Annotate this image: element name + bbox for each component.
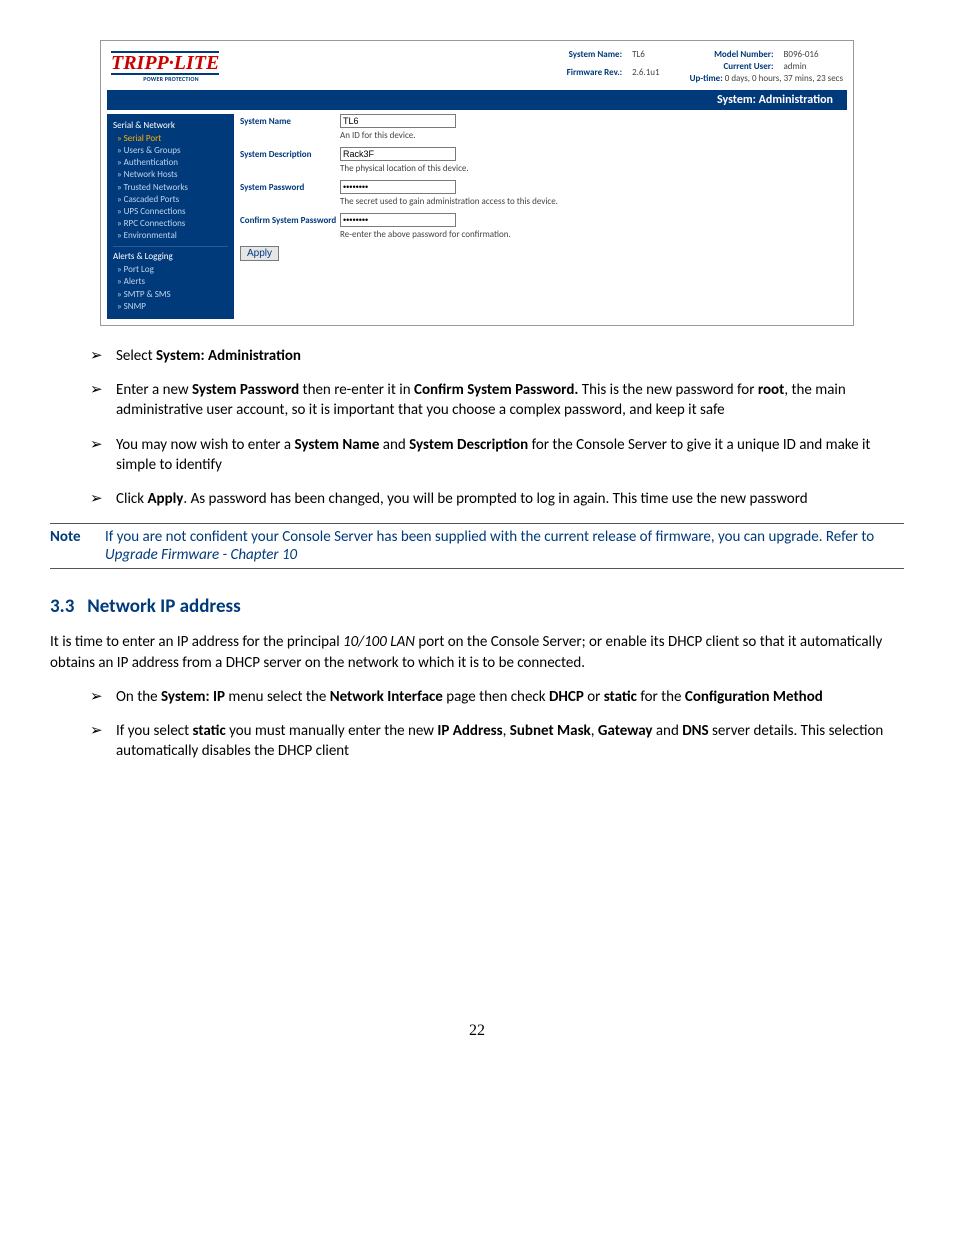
form-control: The physical location of this device. bbox=[340, 147, 847, 174]
form-label: System Password bbox=[240, 180, 340, 193]
sidebar-item[interactable]: Network Hosts bbox=[113, 169, 228, 181]
page-title-bar: System: Administration bbox=[107, 90, 847, 110]
value-sysname: TL6 bbox=[632, 49, 660, 66]
sidebar-group-alerts: Alerts & Logging bbox=[113, 251, 228, 262]
list-item: Click Apply. As password has been change… bbox=[90, 489, 904, 509]
list-item: Enter a new System Password then re-ente… bbox=[90, 380, 904, 421]
sidebar-item[interactable]: Environmental bbox=[113, 230, 228, 242]
instruction-list-1: Select System: Administration Enter a ne… bbox=[50, 346, 904, 510]
form-row: System PasswordThe secret used to gain a… bbox=[240, 180, 847, 207]
screenshot-header: TRIPP·LITE POWER PROTECTION System Name:… bbox=[101, 41, 853, 90]
value-firmware: 2.6.1u1 bbox=[632, 67, 660, 84]
sidebar-item[interactable]: Cascaded Ports bbox=[113, 194, 228, 206]
sidebar-item[interactable]: Authentication bbox=[113, 157, 228, 169]
logo-brand: TRIPP·LITE bbox=[111, 51, 219, 75]
sidebar-item[interactable]: UPS Connections bbox=[113, 206, 228, 218]
form-control: The secret used to gain administration a… bbox=[340, 180, 847, 207]
help-text: The physical location of this device. bbox=[340, 163, 847, 174]
label-user: Current User: bbox=[690, 61, 774, 72]
uptime-line: Up-time: 0 days, 0 hours, 37 mins, 23 se… bbox=[690, 73, 843, 84]
sidebar-item[interactable]: SMTP & SMS bbox=[113, 289, 228, 301]
form-label: System Description bbox=[240, 147, 340, 160]
list-item: You may now wish to enter a System Name … bbox=[90, 435, 904, 476]
label-sysname: System Name: bbox=[567, 49, 622, 66]
admin-screenshot: TRIPP·LITE POWER PROTECTION System Name:… bbox=[100, 40, 854, 326]
sidebar: Serial & Network Serial PortUsers & Grou… bbox=[107, 114, 234, 319]
note-box: Note If you are not confident your Conso… bbox=[50, 523, 904, 569]
body-paragraph: It is time to enter an IP address for th… bbox=[50, 632, 904, 673]
form-control: Re-enter the above password for confirma… bbox=[340, 213, 847, 240]
section-heading: 3.3 Network IP address bbox=[50, 595, 904, 618]
form-row: System NameAn ID for this device. bbox=[240, 114, 847, 141]
form-area: System NameAn ID for this device.System … bbox=[240, 114, 847, 319]
sidebar-item[interactable]: Alerts bbox=[113, 276, 228, 288]
help-text: Re-enter the above password for confirma… bbox=[340, 229, 847, 240]
screenshot-body: Serial & Network Serial PortUsers & Grou… bbox=[101, 114, 853, 325]
form-row: System DescriptionThe physical location … bbox=[240, 147, 847, 174]
note-text: If you are not confident your Console Se… bbox=[105, 528, 904, 564]
logo: TRIPP·LITE POWER PROTECTION bbox=[111, 51, 231, 83]
sidebar-item[interactable]: Serial Port bbox=[113, 133, 228, 145]
sidebar-item[interactable]: Users & Groups bbox=[113, 145, 228, 157]
form-label: Confirm System Password bbox=[240, 213, 340, 226]
form-label: System Name bbox=[240, 114, 340, 127]
value-user: admin bbox=[784, 61, 844, 72]
list-item: Select System: Administration bbox=[90, 346, 904, 366]
password-input[interactable] bbox=[340, 180, 456, 194]
note-label: Note bbox=[50, 528, 95, 564]
text-input[interactable] bbox=[340, 114, 456, 128]
sidebar-group-serial: Serial & Network bbox=[113, 120, 228, 131]
text-input[interactable] bbox=[340, 147, 456, 161]
logo-tagline: POWER PROTECTION bbox=[111, 75, 231, 83]
header-info-left: System Name: TL6 Firmware Rev.: 2.6.1u1 bbox=[567, 49, 660, 84]
sidebar-item[interactable]: Port Log bbox=[113, 264, 228, 276]
form-control: An ID for this device. bbox=[340, 114, 847, 141]
sidebar-divider bbox=[113, 246, 228, 247]
help-text: The secret used to gain administration a… bbox=[340, 196, 847, 207]
sidebar-item[interactable]: Trusted Networks bbox=[113, 182, 228, 194]
page-number: 22 bbox=[50, 1022, 904, 1040]
header-info: System Name: TL6 Firmware Rev.: 2.6.1u1 … bbox=[231, 49, 843, 84]
sidebar-item[interactable]: RPC Connections bbox=[113, 218, 228, 230]
form-row: Confirm System PasswordRe-enter the abov… bbox=[240, 213, 847, 240]
password-input[interactable] bbox=[340, 213, 456, 227]
help-text: An ID for this device. bbox=[340, 130, 847, 141]
label-firmware: Firmware Rev.: bbox=[567, 67, 622, 84]
sidebar-item[interactable]: SNMP bbox=[113, 301, 228, 313]
apply-button[interactable]: Apply bbox=[240, 246, 279, 261]
header-info-right: Model Number: B096-016 Current User: adm… bbox=[690, 49, 843, 84]
list-item: On the System: IP menu select the Networ… bbox=[90, 687, 904, 707]
value-model: B096-016 bbox=[784, 49, 844, 60]
label-model: Model Number: bbox=[690, 49, 774, 60]
instruction-list-2: On the System: IP menu select the Networ… bbox=[50, 687, 904, 762]
list-item: If you select static you must manually e… bbox=[90, 721, 904, 762]
